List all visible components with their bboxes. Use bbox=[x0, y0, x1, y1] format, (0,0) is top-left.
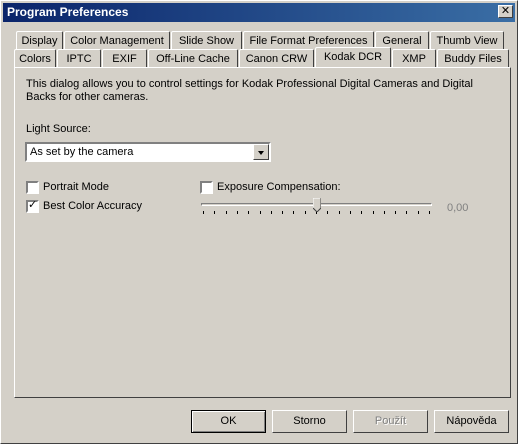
slider-tick bbox=[383, 211, 385, 214]
light-source-value: As set by the camera bbox=[30, 146, 134, 158]
exposure-compensation-label: Exposure Compensation: bbox=[217, 181, 341, 193]
tab-colors[interactable]: Colors bbox=[14, 49, 56, 67]
portrait-mode-checkbox[interactable] bbox=[26, 181, 39, 194]
slider-tick bbox=[270, 211, 272, 214]
tab-xmp[interactable]: XMP bbox=[392, 49, 436, 67]
close-icon: ✕ bbox=[500, 5, 511, 17]
slider-tick bbox=[225, 211, 227, 214]
tab-color-management[interactable]: Color Management bbox=[64, 31, 170, 49]
panel-description: This dialog allows you to control settin… bbox=[26, 78, 473, 103]
slider-tick bbox=[349, 211, 351, 214]
chevron-down-icon bbox=[258, 151, 264, 155]
slider-tick bbox=[429, 211, 430, 214]
checkmark-icon: ✓ bbox=[28, 199, 38, 211]
portrait-mode-label: Portrait Mode bbox=[43, 181, 110, 193]
cancel-button[interactable]: Storno bbox=[272, 410, 347, 433]
tab-display[interactable]: Display bbox=[16, 31, 63, 49]
slider-tick bbox=[406, 211, 408, 214]
slider-tick bbox=[327, 211, 329, 214]
tab-exif[interactable]: EXIF bbox=[102, 49, 147, 67]
help-button[interactable]: Nápověda bbox=[434, 410, 509, 433]
close-button[interactable]: ✕ bbox=[498, 5, 513, 18]
slider-tick bbox=[203, 211, 204, 214]
exposure-compensation-checkbox[interactable] bbox=[200, 181, 213, 194]
apply-button[interactable]: Použít bbox=[353, 410, 428, 433]
slider-tick bbox=[338, 211, 340, 214]
tab-iptc[interactable]: IPTC bbox=[57, 49, 101, 67]
best-color-accuracy-checkbox[interactable]: ✓ bbox=[26, 199, 39, 213]
light-source-label: Light Source: bbox=[26, 123, 91, 135]
slider-tick bbox=[214, 211, 216, 214]
tab-off-line-cache[interactable]: Off-Line Cache bbox=[148, 49, 238, 67]
tab-kodak-dcr[interactable]: Kodak DCR bbox=[315, 47, 391, 67]
slider-tick bbox=[361, 211, 363, 214]
slider-tick bbox=[395, 211, 397, 214]
slider-tick bbox=[236, 211, 238, 214]
slider-tick bbox=[282, 211, 284, 214]
tab-canon-crw[interactable]: Canon CRW bbox=[239, 49, 314, 67]
tab-buddy-files[interactable]: Buddy Files bbox=[437, 49, 509, 67]
tab-slide-show[interactable]: Slide Show bbox=[171, 31, 242, 49]
slider-tick bbox=[293, 211, 295, 214]
dropdown-button[interactable] bbox=[253, 144, 269, 160]
exposure-value: 0,00 bbox=[447, 202, 469, 214]
slider-tick bbox=[304, 211, 306, 214]
exposure-slider-thumb[interactable] bbox=[313, 198, 321, 212]
slider-tick bbox=[248, 211, 250, 214]
light-source-select[interactable]: As set by the camera bbox=[25, 142, 271, 162]
tab-thumb-view[interactable]: Thumb View bbox=[430, 31, 504, 49]
ok-button[interactable]: OK bbox=[191, 410, 266, 433]
title-bar: Program Preferences ✕ bbox=[3, 3, 515, 22]
slider-tick bbox=[259, 211, 261, 214]
best-color-accuracy-label: Best Color Accuracy bbox=[43, 200, 143, 212]
kodak-dcr-panel bbox=[14, 67, 511, 398]
slider-tick bbox=[372, 211, 374, 214]
slider-tick bbox=[417, 211, 419, 214]
window-title: Program Preferences bbox=[7, 5, 129, 19]
